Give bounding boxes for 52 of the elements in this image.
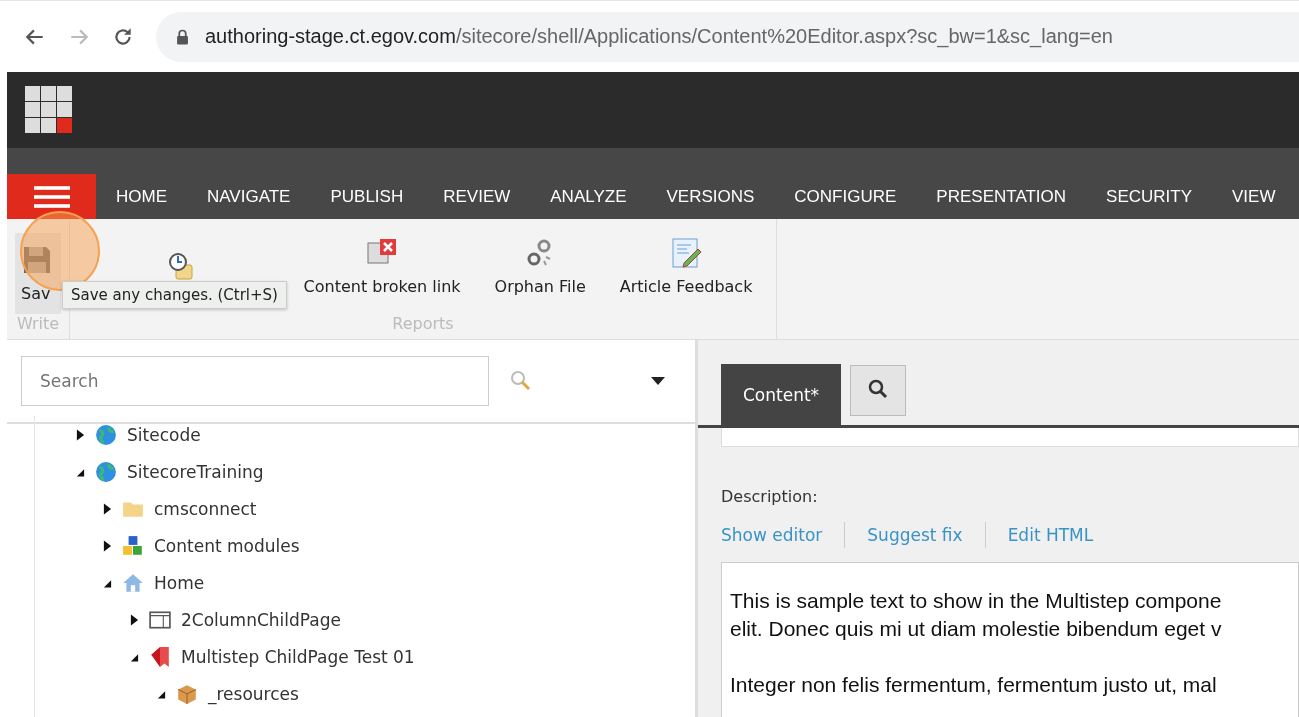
menu-icon [33,185,70,208]
paragraph-line: elit. Donec quis mi ut diam molestie bibendum eget v [730,616,1223,642]
reload-icon[interactable] [112,25,134,48]
ribbon-tab[interactable]: CONFIGURE [774,174,917,219]
search-tab[interactable] [850,365,907,416]
dropdown-caret-icon[interactable] [651,377,665,385]
tree-item[interactable]: Home [154,572,205,593]
ribbon-button[interactable]: Sav [15,233,61,314]
bookmark-icon [149,645,171,668]
tree-item[interactable]: SitecoreTraining [127,461,264,482]
page-layout-icon [149,608,171,631]
tree-item[interactable]: Sitecode [127,424,201,445]
ribbon-tab[interactable]: VERSIONS [646,174,775,219]
rich-text-editor[interactable]: This is sample text to show in the Multistep compone elit. Donec quis mi ut diam molestie bibendum eget v Integer non felis fermentum, fermentum justo ut, mal [721,562,1299,717]
tree-item[interactable]: Multistep ChildPage Test 01 [181,646,415,667]
ribbon-button[interactable]: Content broken link [286,219,478,314]
ribbon-tab[interactable]: NAVIGATE [187,174,311,219]
app-grid-icon[interactable] [25,86,73,134]
tree-item[interactable]: 2ColumnChildPage [181,609,341,630]
tree-item[interactable]: cmsconnect [154,498,257,519]
tree-item[interactable]: Content modules [154,535,300,556]
globe-icon [95,423,117,446]
globe-icon [95,460,117,483]
expand-arrow-icon[interactable] [103,539,112,552]
text-field[interactable] [721,428,1299,447]
paragraph-line: Integer non felis fermentum, fermentum justo ut, mal [730,672,1218,698]
tree-item[interactable]: _resources [208,683,299,704]
group-title: Write [16,314,60,335]
lock-icon [176,28,189,45]
group-title: Reports [392,314,454,335]
package-icon [176,682,198,705]
search-field[interactable]: Search [21,356,489,406]
ribbon-tab[interactable]: SECURITY [1086,174,1213,219]
tooltip: Save any changes. (Ctrl+S) [62,281,287,309]
ribbon-tab[interactable]: REVIEW [423,174,531,219]
edit-document-icon [670,237,703,269]
paragraph-line: This is sample text to show in the Multistep compone [730,588,1223,614]
ribbon-button[interactable]: Orphan File [477,219,603,314]
menu-button[interactable] [7,174,96,219]
expand-arrow-icon[interactable] [103,502,112,515]
ribbon-tab[interactable]: PUBLISH [310,174,424,219]
expand-arrow-icon[interactable] [130,613,139,626]
ribbon-tab[interactable]: VIEW [1212,174,1296,219]
ribbon-tab[interactable]: PRESENTATION [916,174,1087,219]
cubes-icon [122,534,144,557]
address-bar[interactable]: authoring-stage.ct.egov.com/sitecore/shell/Applications/Content%20Editor.aspx?sc_bw=1&sc_lang=en [156,11,1299,62]
ribbon-tab[interactable]: ANALYZE [530,174,647,219]
expand-arrow-icon[interactable] [76,428,85,441]
ribbon-button[interactable]: Article Feedback [602,219,770,314]
field-label: Description: [721,487,819,506]
ribbon-tab[interactable]: HOME [96,174,187,219]
editor-tab[interactable]: Content* [721,364,842,425]
